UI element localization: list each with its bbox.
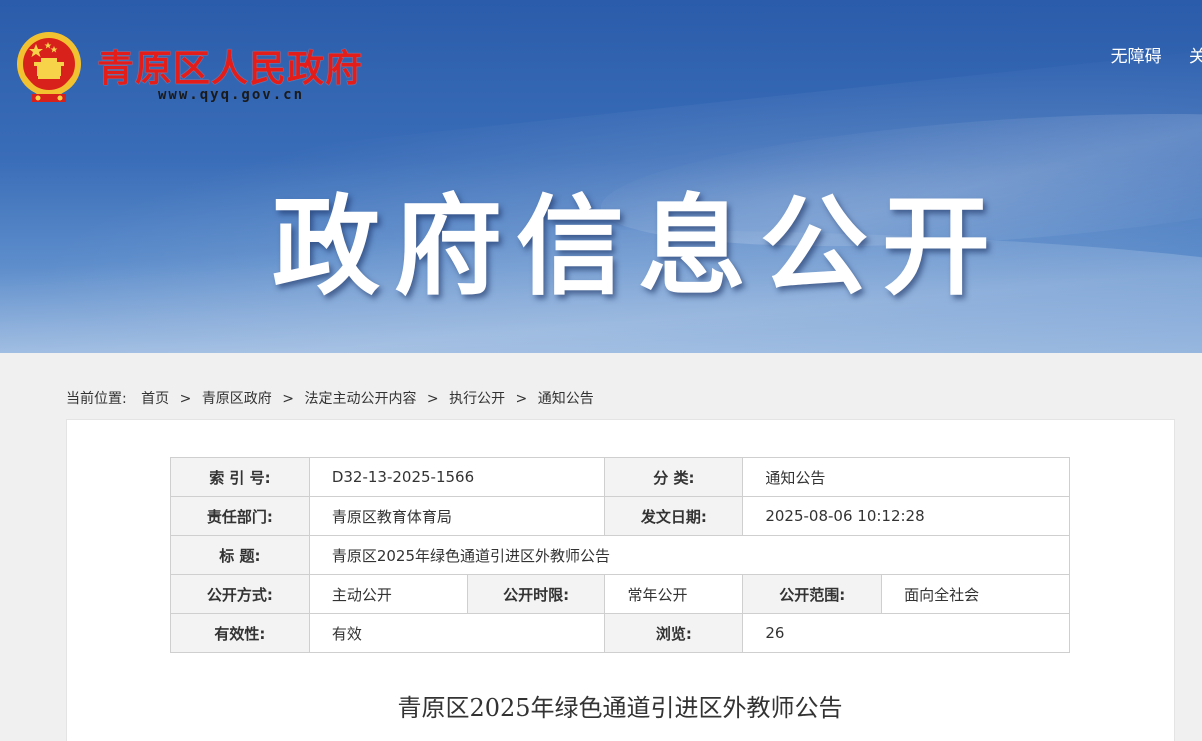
top-links: 无障碍 关 <box>1089 42 1202 67</box>
table-row: 责任部门: 青原区教育体育局 发文日期: 2025-08-06 10:12:28 <box>170 496 1070 536</box>
title-value: 青原区2025年绿色通道引进区外教师公告 <box>308 535 1071 575</box>
info-table: 索 引 号: D32-13-2025-1566 分 类: 通知公告 责任部门: … <box>170 457 1071 653</box>
table-row: 公开方式: 主动公开 公开时限: 常年公开 公开范围: 面向全社会 <box>170 574 1070 614</box>
category-label: 分 类: <box>604 457 744 497</box>
department-label: 责任部门: <box>170 496 310 536</box>
banner-title: 政府信息公开 <box>272 185 1005 310</box>
issue-date-label: 发文日期: <box>604 496 744 536</box>
accessibility-link[interactable]: 无障碍 <box>1111 47 1162 67</box>
index-number-label: 索 引 号: <box>170 457 310 497</box>
table-row: 标 题: 青原区2025年绿色通道引进区外教师公告 <box>170 535 1071 575</box>
disclosure-period-value: 常年公开 <box>604 574 744 614</box>
department-value: 青原区教育体育局 <box>308 496 606 536</box>
header-banner: 青原区人民政府 www.qyq.gov.cn 无障碍 关 政府信息公开 <box>0 0 1202 353</box>
index-number-value: D32-13-2025-1566 <box>308 457 606 497</box>
breadcrumb-execution[interactable]: 执行公开 <box>449 391 505 407</box>
breadcrumb-gov[interactable]: 青原区政府 <box>202 391 272 407</box>
table-row: 有效性: 有效 浏览: 26 <box>170 613 1070 653</box>
breadcrumb-separator: > <box>426 391 439 407</box>
disclosure-scope-value: 面向全社会 <box>881 574 1070 614</box>
disclosure-period-label: 公开时限: <box>466 574 606 614</box>
breadcrumb: 当前位置: 首页 > 青原区政府 > 法定主动公开内容 > 执行公开 > 通知公… <box>66 388 594 408</box>
national-emblem-icon[interactable] <box>14 30 84 106</box>
breadcrumb-label: 当前位置: <box>66 391 127 407</box>
views-label: 浏览: <box>604 613 744 653</box>
views-value: 26 <box>742 613 1070 653</box>
validity-label: 有效性: <box>170 613 310 653</box>
disclosure-mode-label: 公开方式: <box>170 574 310 614</box>
top-link-truncated[interactable]: 关 <box>1189 47 1202 67</box>
table-row: 索 引 号: D32-13-2025-1566 分 类: 通知公告 <box>170 457 1070 497</box>
breadcrumb-separator: > <box>179 391 192 407</box>
breadcrumb-home[interactable]: 首页 <box>141 391 169 407</box>
breadcrumb-statutory[interactable]: 法定主动公开内容 <box>304 391 416 407</box>
article-title: 青原区2025年绿色通道引进区外教师公告 <box>397 694 843 722</box>
disclosure-scope-label: 公开范围: <box>742 574 883 614</box>
title-label: 标 题: <box>170 535 310 575</box>
site-name[interactable]: 青原区人民政府 <box>97 38 363 92</box>
breadcrumb-separator: > <box>282 391 294 407</box>
disclosure-mode-value: 主动公开 <box>308 574 468 614</box>
site-url[interactable]: www.qyq.gov.cn <box>158 87 304 103</box>
validity-value: 有效 <box>308 613 606 653</box>
category-value: 通知公告 <box>742 457 1070 497</box>
issue-date-value: 2025-08-06 10:12:28 <box>742 496 1070 536</box>
breadcrumb-separator: > <box>515 391 528 407</box>
breadcrumb-notice[interactable]: 通知公告 <box>538 391 594 407</box>
